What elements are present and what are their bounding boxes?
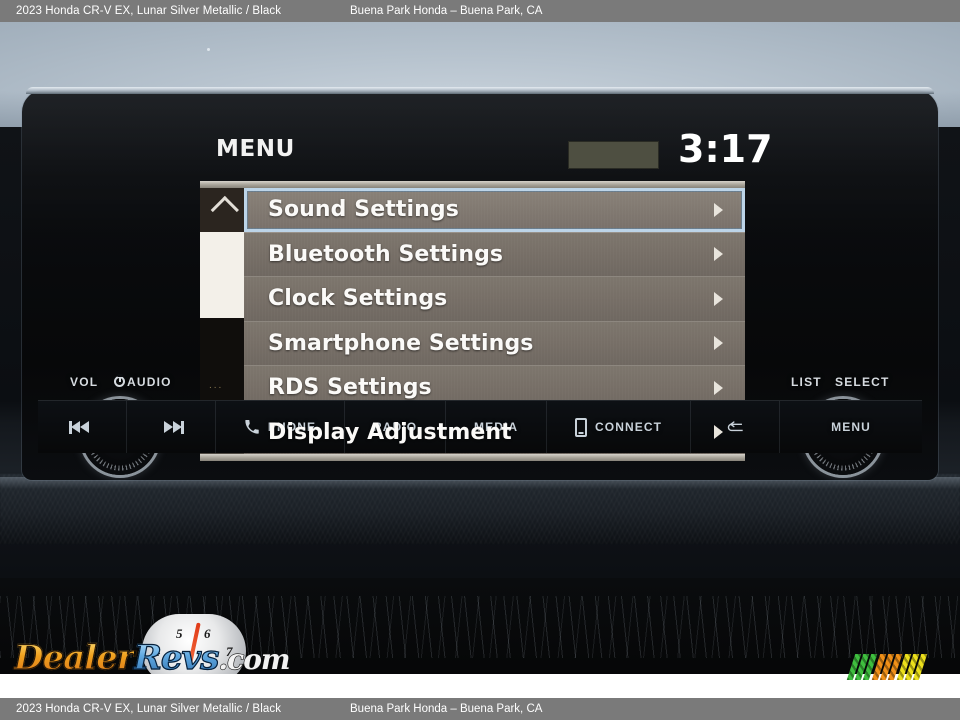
scrollbar-track[interactable]: ... (200, 232, 244, 410)
connect-button-label: CONNECT (595, 420, 663, 434)
color-bar-group-yellow (896, 654, 928, 680)
scroll-up-button[interactable] (200, 188, 244, 232)
infotainment-head-unit: MENU 3:17 ... Sound Settings Bluetooth S… (22, 87, 938, 503)
previous-track-icon (69, 420, 95, 434)
back-arrow-icon (725, 420, 745, 434)
menu-item-label: Sound Settings (268, 197, 459, 223)
list-frame-top-edge (200, 181, 745, 188)
connect-button[interactable]: CONNECT (547, 401, 692, 453)
brand-part-com: .com (218, 642, 291, 676)
audio-power-label: AUDIO (114, 375, 172, 389)
listing-info-bar-bottom: 2023 Honda CR-V EX, Lunar Silver Metalli… (0, 698, 960, 720)
menu-item-bluetooth-settings[interactable]: Bluetooth Settings (244, 232, 745, 277)
dealer-name-bottom: Buena Park Honda – Buena Park, CA (350, 703, 543, 715)
chevron-right-icon (714, 291, 723, 306)
select-label: SELECT (835, 375, 890, 389)
chevron-right-icon (714, 202, 723, 217)
previous-track-button[interactable] (38, 401, 127, 453)
next-track-icon (158, 420, 184, 434)
vehicle-title-bottom: 2023 Honda CR-V EX, Lunar Silver Metalli… (16, 703, 282, 715)
color-bar-group-orange (871, 654, 903, 680)
smartphone-icon (575, 417, 588, 437)
dealer-name-top: Buena Park Honda – Buena Park, CA (350, 5, 543, 17)
power-icon (114, 376, 125, 387)
chevron-right-icon (714, 336, 723, 351)
list-frame-bottom-edge (200, 454, 745, 461)
color-bar-group-green (846, 654, 878, 680)
clock-display: 3:17 (678, 127, 773, 171)
menu-item-clock-settings[interactable]: Clock Settings (244, 277, 745, 322)
scrollbar-dots: ... (209, 380, 224, 391)
menu-item-label: Smartphone Settings (268, 330, 534, 356)
menu-item-sound-settings[interactable]: Sound Settings (244, 188, 745, 233)
chevron-right-icon (714, 247, 723, 262)
chevron-up-icon (210, 195, 239, 225)
menu-button-label: MENU (831, 420, 871, 434)
vol-label: VOL (70, 375, 99, 389)
menu-button[interactable]: MENU (780, 401, 922, 453)
menu-item-label: Bluetooth Settings (268, 241, 504, 267)
vehicle-title-top: 2023 Honda CR-V EX, Lunar Silver Metalli… (16, 5, 282, 17)
vehicle-photo: MENU 3:17 ... Sound Settings Bluetooth S… (0, 22, 960, 698)
menu-item-label: RDS Settings (268, 375, 432, 401)
brand-part-revs: Revs (133, 637, 220, 678)
brand-wordmark: DealerRevs.com (13, 637, 291, 678)
page-title: MENU (216, 136, 295, 162)
phone-handset-icon (244, 419, 260, 435)
chevron-right-icon (714, 425, 723, 440)
menu-item-smartphone-settings[interactable]: Smartphone Settings (244, 321, 745, 366)
status-indicator-box (568, 141, 659, 169)
scrollbar-thumb[interactable] (200, 232, 244, 318)
head-unit-chrome-trim (26, 87, 934, 94)
menu-item-label: Display Adjustment (268, 419, 512, 445)
audio-label: AUDIO (127, 375, 172, 389)
dashboard-highlight-speck (207, 48, 210, 51)
brand-part-dealer: Dealer (13, 637, 135, 678)
menu-item-label: Clock Settings (268, 286, 448, 312)
back-button[interactable] (691, 401, 781, 453)
listing-info-bar-top: 2023 Honda CR-V EX, Lunar Silver Metalli… (0, 0, 960, 22)
list-label: LIST (791, 375, 822, 389)
next-track-button[interactable] (127, 401, 216, 453)
color-bars-decoration (846, 652, 947, 680)
footer-white-strip (0, 674, 960, 698)
chevron-right-icon (714, 380, 723, 395)
